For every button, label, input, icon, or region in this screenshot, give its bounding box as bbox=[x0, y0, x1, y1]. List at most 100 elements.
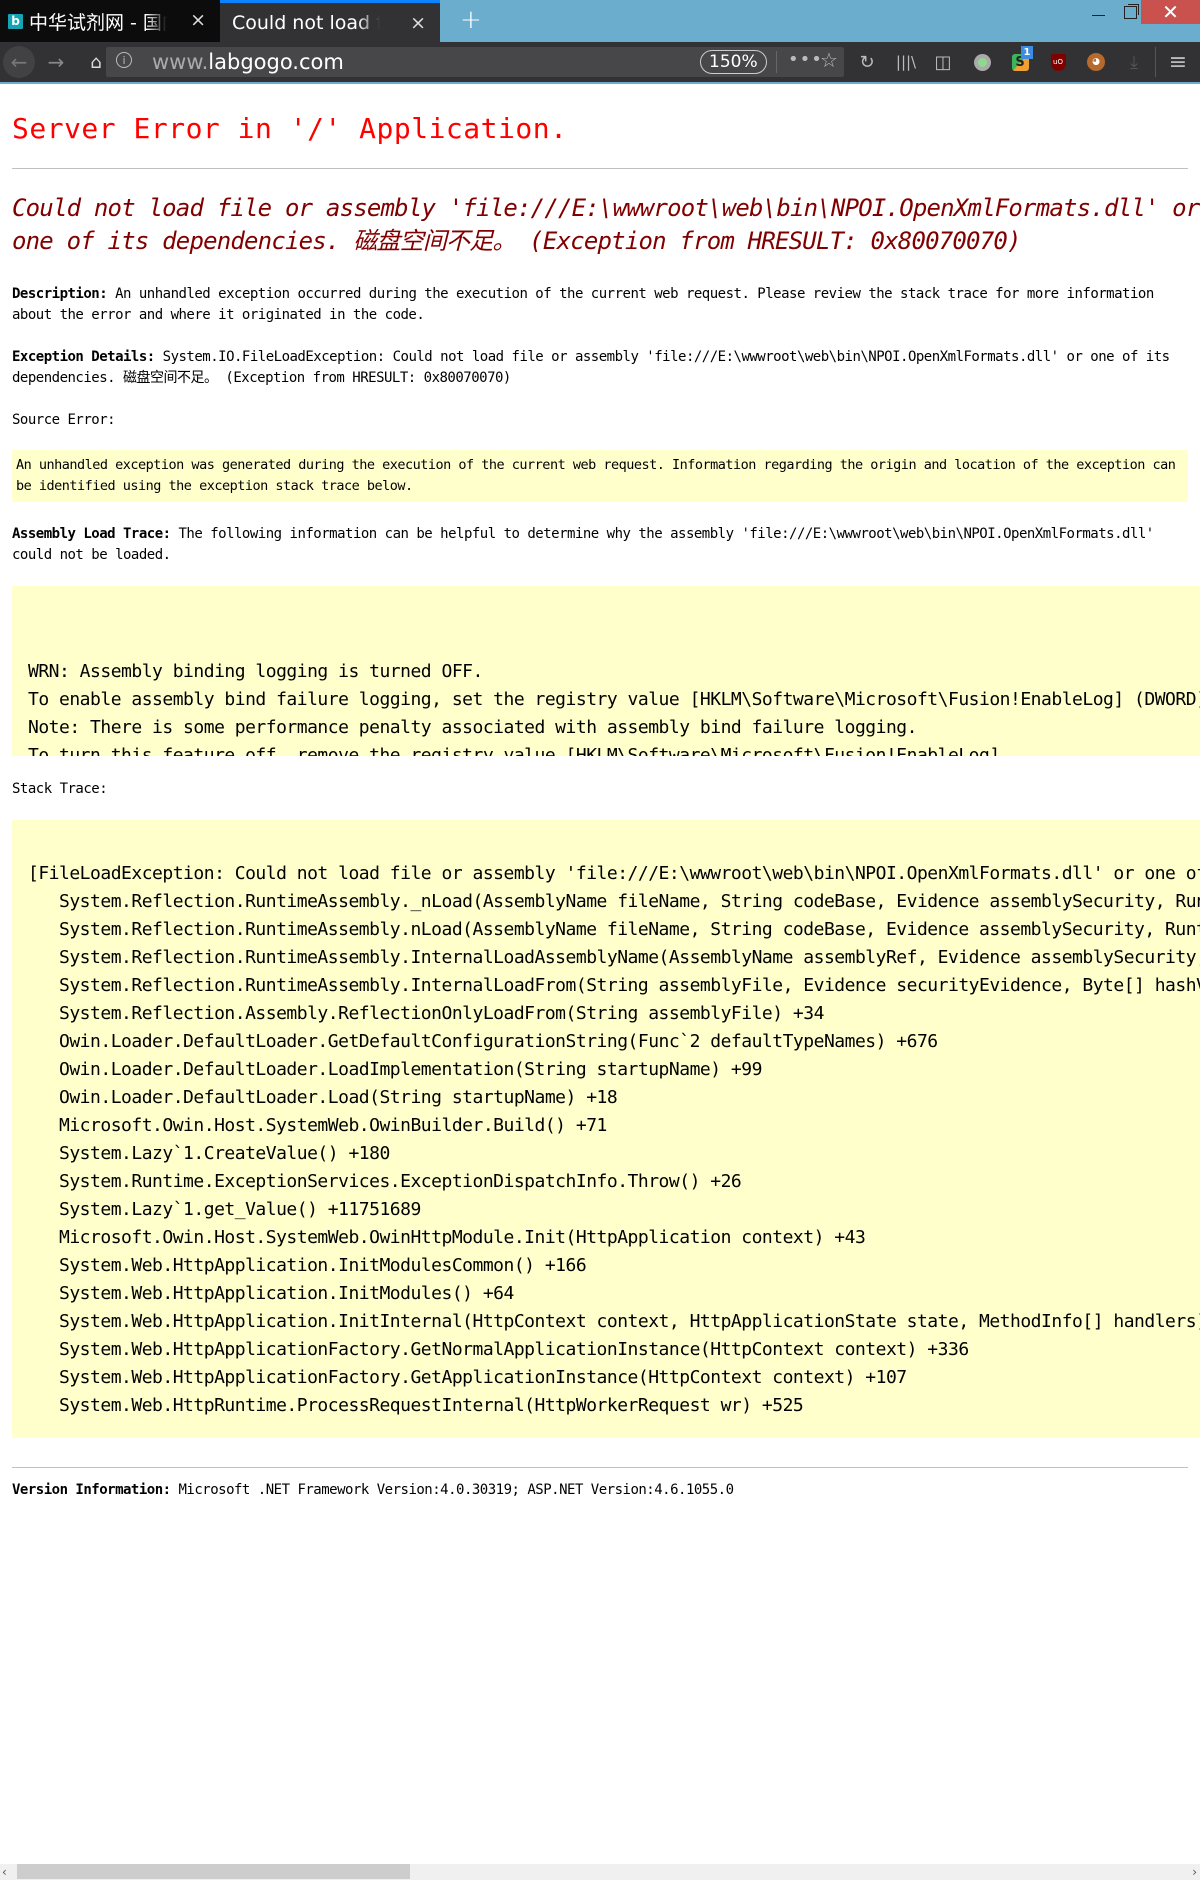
description-text: An unhandled exception occurred during t… bbox=[12, 286, 1154, 323]
log-line: Note: There is some performance penalty … bbox=[28, 717, 917, 738]
stack-trace-line: Owin.Loader.DefaultLoader.LoadImplementa… bbox=[28, 1059, 762, 1080]
exception-details-label: Exception Details: bbox=[12, 349, 155, 365]
scroll-left-arrow-icon[interactable]: ‹ bbox=[2, 1864, 7, 1880]
green-dot-extension-icon bbox=[973, 53, 991, 71]
bookmark-star-icon[interactable]: ☆ bbox=[820, 48, 838, 72]
stack-trace-box: [FileLoadException: Could not load file … bbox=[12, 820, 1200, 1438]
close-tab-icon[interactable]: × bbox=[410, 12, 426, 34]
page-title: Server Error in '/' Application. bbox=[12, 112, 568, 145]
log-line: To enable assembly bind failure logging,… bbox=[28, 689, 1200, 710]
close-window-button[interactable]: ✕ bbox=[1141, 0, 1200, 24]
minimize-icon bbox=[1091, 14, 1105, 16]
assembly-load-trace-text: The following information can be helpful… bbox=[12, 526, 1154, 563]
extension-green-dot[interactable] bbox=[970, 42, 994, 82]
url-domain: labgogo.com bbox=[208, 50, 344, 74]
stack-trace-line: System.Reflection.Assembly.ReflectionOnl… bbox=[28, 1003, 824, 1024]
stack-trace-line: System.Web.HttpApplication.InitModulesCo… bbox=[28, 1255, 587, 1276]
monkey-extension-icon: ◕ bbox=[1087, 53, 1105, 71]
stack-trace-line: System.Reflection.RuntimeAssembly._nLoad… bbox=[59, 891, 1200, 912]
exception-details-section: Exception Details: System.IO.FileLoadExc… bbox=[12, 347, 1188, 389]
sidebar-icon: ◫ bbox=[934, 51, 952, 73]
exception-details-text: System.IO.FileLoadException: Could not l… bbox=[12, 349, 1170, 386]
toolbar-border bbox=[0, 82, 1200, 84]
tab-title: Could not load file or assembly bbox=[232, 11, 380, 34]
source-error-label: Source Error: bbox=[12, 412, 116, 428]
stack-trace-line: System.Web.HttpRuntime.ProcessRequestInt… bbox=[28, 1395, 804, 1416]
version-info-text: Microsoft .NET Framework Version:4.0.303… bbox=[170, 1482, 735, 1498]
toolbar-separator bbox=[1155, 47, 1156, 77]
stack-trace: [FileLoadException: Could not load file … bbox=[28, 860, 1200, 1420]
s-extension-icon: S1 bbox=[1011, 45, 1034, 71]
stack-trace-line: System.Reflection.RuntimeAssembly.nLoad(… bbox=[59, 919, 1200, 940]
hamburger-menu-icon: ≡ bbox=[1168, 49, 1188, 75]
stack-trace-line: System.Lazy`1.CreateValue() +180 bbox=[28, 1143, 390, 1164]
home-icon: ⌂ bbox=[90, 51, 102, 73]
download-icon: ⤓ bbox=[1130, 51, 1138, 73]
stack-trace-line: System.Runtime.ExceptionServices.Excepti… bbox=[28, 1171, 742, 1192]
description-label: Description: bbox=[12, 286, 108, 302]
stack-trace-line: System.Reflection.RuntimeAssembly.Intern… bbox=[59, 947, 1200, 968]
stack-trace-line: System.Reflection.RuntimeAssembly.Intern… bbox=[59, 975, 1200, 996]
stack-trace-line: Owin.Loader.DefaultLoader.Load(String st… bbox=[28, 1087, 618, 1108]
forward-arrow-icon: → bbox=[47, 50, 65, 74]
reload-icon: ↻ bbox=[859, 51, 875, 73]
library-button[interactable]: |||\ bbox=[893, 42, 919, 82]
version-info-section: Version Information: Microsoft .NET Fram… bbox=[12, 1480, 1188, 1501]
menu-button[interactable]: ≡ bbox=[1166, 42, 1190, 82]
home-button[interactable]: ⌂ bbox=[84, 42, 108, 82]
stack-trace-line: Owin.Loader.DefaultLoader.GetDefaultConf… bbox=[28, 1031, 938, 1052]
stack-trace-line: Microsoft.Owin.Host.SystemWeb.OwinBuilde… bbox=[28, 1115, 607, 1136]
url-separator bbox=[776, 51, 777, 73]
extension-tampermonkey[interactable]: ◕ bbox=[1084, 42, 1108, 82]
assembly-load-trace-label: Assembly Load Trace: bbox=[12, 526, 171, 542]
new-tab-button[interactable]: + bbox=[460, 5, 482, 35]
stack-trace-line: System.Web.HttpApplication.InitInternal(… bbox=[28, 1311, 1200, 1332]
navigation-toolbar: ← → ⌂ i www.labgogo.com 150% ••• ☆ ↻ |||… bbox=[0, 42, 1200, 84]
close-tab-icon[interactable]: × bbox=[190, 9, 206, 31]
stack-trace-line: [FileLoadException: Could not load file … bbox=[28, 863, 1200, 884]
reload-button[interactable]: ↻ bbox=[855, 42, 879, 82]
description-section: Description: An unhandled exception occu… bbox=[12, 284, 1188, 326]
restore-icon bbox=[1123, 5, 1137, 19]
assembly-log-box: WRN: Assembly binding logging is turned … bbox=[12, 586, 1200, 756]
assembly-log: WRN: Assembly binding logging is turned … bbox=[28, 630, 1200, 756]
zoom-level-badge[interactable]: 150% bbox=[700, 50, 767, 74]
downloads-button[interactable]: ⤓ bbox=[1122, 42, 1146, 82]
log-line: To turn this feature off, remove the reg… bbox=[28, 745, 1011, 756]
sidebar-button[interactable]: ◫ bbox=[931, 42, 955, 82]
url-text[interactable]: www.labgogo.com bbox=[152, 50, 344, 74]
close-icon: ✕ bbox=[1162, 0, 1179, 24]
extension-badge: 1 bbox=[1020, 45, 1034, 59]
minimize-button[interactable] bbox=[1083, 0, 1113, 24]
stack-trace-line: System.Web.HttpApplicationFactory.GetNor… bbox=[28, 1339, 969, 1360]
stack-trace-label: Stack Trace: bbox=[12, 781, 108, 797]
tab-title: 中华试剂网 - 国内 bbox=[29, 11, 167, 34]
horizontal-scrollbar[interactable]: ‹ › bbox=[0, 1864, 1200, 1880]
divider bbox=[12, 1467, 1188, 1468]
tab-bar: b 中华试剂网 - 国内 × Could not load file or as… bbox=[0, 0, 1200, 42]
stack-trace-line: Microsoft.Owin.Host.SystemWeb.OwinHttpMo… bbox=[28, 1227, 866, 1248]
address-bar[interactable]: i www.labgogo.com 150% ••• ☆ bbox=[106, 47, 844, 77]
assembly-load-trace-section: Assembly Load Trace: The following infor… bbox=[12, 524, 1188, 566]
source-error-box: An unhandled exception was generated dur… bbox=[12, 450, 1188, 502]
bing-favicon-icon: b bbox=[8, 13, 23, 29]
source-error-text: An unhandled exception was generated dur… bbox=[16, 457, 1176, 494]
log-line: WRN: Assembly binding logging is turned … bbox=[28, 661, 483, 682]
forward-button[interactable]: → bbox=[44, 42, 68, 82]
extension-s[interactable]: S1 bbox=[1008, 42, 1034, 82]
page-actions-icon[interactable]: ••• bbox=[788, 49, 823, 70]
url-prefix: www. bbox=[152, 50, 209, 74]
scrollbar-thumb[interactable] bbox=[17, 1864, 410, 1879]
extension-ublock[interactable]: uO bbox=[1046, 42, 1070, 82]
stack-trace-line: System.Web.HttpApplication.InitModules()… bbox=[28, 1283, 514, 1304]
scroll-right-arrow-icon[interactable]: › bbox=[1192, 1864, 1197, 1880]
version-info-label: Version Information: bbox=[12, 1482, 171, 1498]
stack-trace-line: System.Lazy`1.get_Value() +11751689 bbox=[28, 1199, 421, 1220]
tab-labgogo[interactable]: b 中华试剂网 - 国内 × bbox=[0, 0, 220, 42]
site-info-icon[interactable]: i bbox=[116, 52, 132, 68]
stack-trace-line: System.Web.HttpApplicationFactory.GetApp… bbox=[28, 1367, 907, 1388]
divider bbox=[12, 168, 1188, 169]
back-arrow-icon: ← bbox=[10, 50, 28, 74]
tab-error-page[interactable]: Could not load file or assembly × bbox=[220, 0, 440, 42]
back-button[interactable]: ← bbox=[2, 42, 36, 82]
